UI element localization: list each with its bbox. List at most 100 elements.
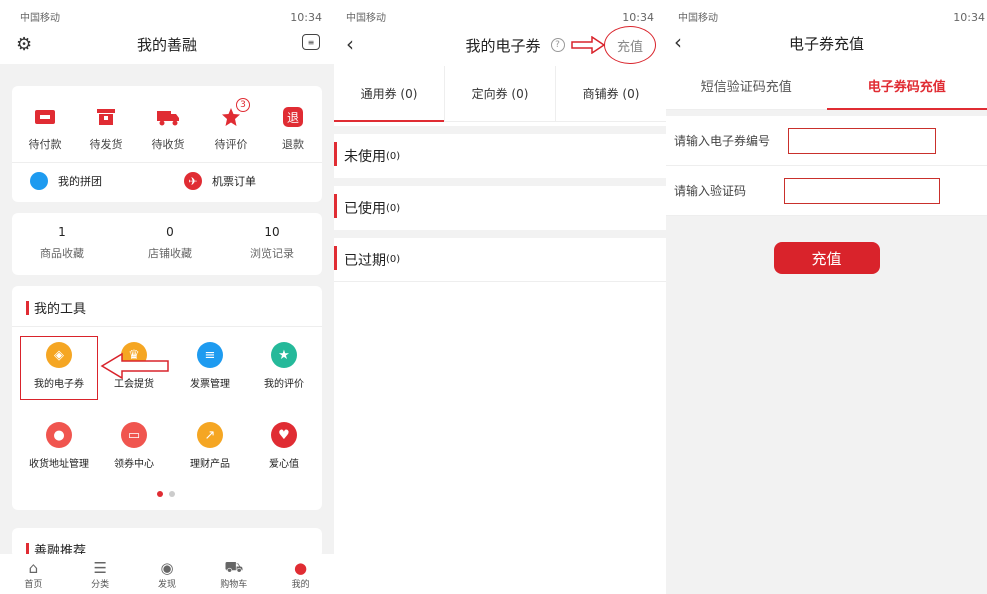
tool-label: 我的电子券 [34, 379, 84, 390]
tab-label: 分类 [91, 579, 110, 590]
back-icon[interactable]: ‹ [346, 32, 354, 56]
flight-order-label: 机票订单 [212, 175, 256, 188]
tool-label: 理财产品 [190, 459, 230, 470]
category-count: (0) [386, 254, 401, 265]
home-icon: ⌂ [28, 558, 39, 577]
tool-label: 收货地址管理 [29, 459, 89, 470]
back-icon[interactable]: ‹ [674, 30, 682, 54]
invoice-icon: ≡ [197, 342, 223, 368]
stat-value: 1 [58, 225, 66, 239]
list-icon: ☰ [93, 558, 107, 577]
order-pending-receive[interactable]: 待收货 [143, 104, 193, 152]
tab-label: 首页 [24, 579, 43, 590]
recharge-link[interactable]: 充值 [604, 26, 656, 64]
stat-label: 店铺收藏 [148, 247, 192, 260]
coupon-code-label: 请输入电子券编号 [674, 134, 771, 148]
category-label: 已使用 [344, 201, 386, 217]
order-pending-review[interactable]: 3 待评价 [206, 98, 256, 152]
review-star-icon: ★ [271, 342, 297, 368]
tab-targeted-coupons[interactable]: 定向券 (0) [445, 66, 556, 121]
orders-card: 待付款 待发货 待收货 3 待评价 退 退款 我的拼团 ✈ 机票订单 [12, 86, 322, 202]
stat-label: 商品收藏 [40, 247, 84, 260]
arrow-annotation-icon [100, 352, 169, 380]
tab-label: 我的 [291, 579, 310, 590]
coupon-type-tabs: 通用券 (0) 定向券 (0) 商铺券 (0) [334, 66, 666, 122]
heart-icon: ♥ [271, 422, 297, 448]
stats-card: 1 商品收藏 0 店铺收藏 10 浏览记录 [12, 213, 322, 275]
header: ‹ 电子券充值 [666, 24, 987, 62]
page-title: 电子券充值 [788, 34, 864, 53]
carrier-label: 中国移动 [20, 13, 60, 24]
coupon-recharge-screen: 中国移动 10:34 ‹ 电子券充值 短信验证码充值 电子券码充值 请输入电子券… [666, 0, 987, 594]
bottom-tab-bar: ⌂ 首页 ☰ 分类 ◉ 发现 ⛟ 购物车 ● 我的 [0, 554, 334, 594]
coupon-code-input[interactable] [788, 127, 936, 154]
order-pending-ship[interactable]: 待发货 [81, 104, 131, 152]
carrier-label: 中国移动 [678, 13, 718, 24]
category-count: (0) [386, 202, 401, 214]
finance-icon: ↗ [197, 422, 223, 448]
tool-invoice[interactable]: ≡ 发票管理 [172, 342, 248, 390]
category-used[interactable]: 已使用 (0) [334, 178, 666, 230]
tool-my-reviews[interactable]: ★ 我的评价 [246, 342, 322, 390]
tool-label: 我的评价 [264, 379, 304, 390]
tab-category[interactable]: ☰ 分类 [70, 554, 130, 594]
stat-value: 0 [166, 225, 174, 239]
category-unused[interactable]: 未使用 (0) [334, 126, 666, 178]
verify-code-row: 请输入验证码 [666, 166, 987, 216]
groupbuy-label: 我的拼团 [58, 175, 102, 188]
page-title: 我的电子券 [465, 36, 541, 55]
settings-icon[interactable]: ⚙ [16, 34, 32, 55]
order-label: 退款 [282, 138, 304, 151]
verify-code-input[interactable] [784, 177, 940, 204]
clock-label: 10:34 [953, 11, 985, 24]
stat-value: 10 [264, 225, 280, 239]
tool-love-points[interactable]: ♥ 爱心值 [246, 422, 322, 470]
stat-favorites[interactable]: 1 商品收藏 [32, 225, 92, 261]
stat-history[interactable]: 10 浏览记录 [242, 225, 302, 261]
refund-glyph: 退 [283, 107, 303, 127]
tool-label: 发票管理 [190, 379, 230, 390]
category-expired[interactable]: 已过期 (0) [334, 230, 666, 282]
tool-my-coupons[interactable]: ◈ 我的电子券 [21, 342, 97, 390]
tab-home[interactable]: ⌂ 首页 [3, 554, 63, 594]
page-indicator [157, 491, 175, 497]
order-refund[interactable]: 退 退款 [268, 104, 318, 152]
tools-title: 我的工具 [34, 302, 87, 317]
tool-finance[interactable]: ↗ 理财产品 [172, 422, 248, 470]
stat-label: 浏览记录 [250, 247, 294, 260]
groupbuy-link[interactable]: 我的拼团 [30, 172, 102, 190]
header: ⚙ 我的善融 ≡ [0, 24, 334, 64]
tab-general-coupons[interactable]: 通用券 (0) [334, 66, 445, 122]
review-badge: 3 [236, 98, 250, 112]
tab-code-recharge[interactable]: 电子券码充值 [826, 62, 987, 110]
tab-label: 购物车 [220, 579, 248, 590]
tool-coupon-center[interactable]: ▭ 领券中心 [96, 422, 172, 470]
tools-heading: 我的工具 [26, 298, 86, 317]
tab-shop-coupons[interactable]: 商铺券 (0) [556, 66, 666, 121]
tab-sms-recharge[interactable]: 短信验证码充值 [666, 62, 827, 109]
flight-order-link[interactable]: ✈ 机票订单 [184, 172, 256, 190]
order-label: 待付款 [28, 138, 62, 151]
order-pending-payment[interactable]: 待付款 [20, 104, 70, 152]
tool-label: 爱心值 [269, 459, 299, 470]
message-icon[interactable]: ≡ [302, 34, 320, 50]
tab-mine[interactable]: ● 我的 [271, 554, 331, 594]
tab-discover[interactable]: ◉ 发现 [137, 554, 197, 594]
airplane-icon: ✈ [184, 172, 202, 190]
coupons-screen: 中国移动 10:34 ‹ 我的电子券 ? 充值 通用券 (0) 定向券 (0) … [334, 0, 666, 594]
tab-label: 发现 [157, 579, 176, 590]
recharge-button[interactable]: 充值 [773, 242, 880, 274]
form-area: 请输入电子券编号 请输入验证码 充值 [666, 110, 987, 594]
coupon-code-row: 请输入电子券编号 [666, 116, 987, 166]
clock-label: 10:34 [622, 11, 654, 24]
divider [12, 326, 322, 327]
tool-address[interactable]: ● 收货地址管理 [21, 422, 97, 470]
stat-shops[interactable]: 0 店铺收藏 [140, 225, 200, 261]
truck-icon [155, 104, 181, 130]
order-label: 待发货 [89, 138, 123, 151]
status-bar: 中国移动 10:34 [0, 0, 334, 24]
refund-icon: 退 [280, 104, 306, 130]
help-icon[interactable]: ? [550, 38, 565, 52]
tab-cart[interactable]: ⛟ 购物车 [204, 554, 264, 594]
section-bar [26, 300, 29, 315]
